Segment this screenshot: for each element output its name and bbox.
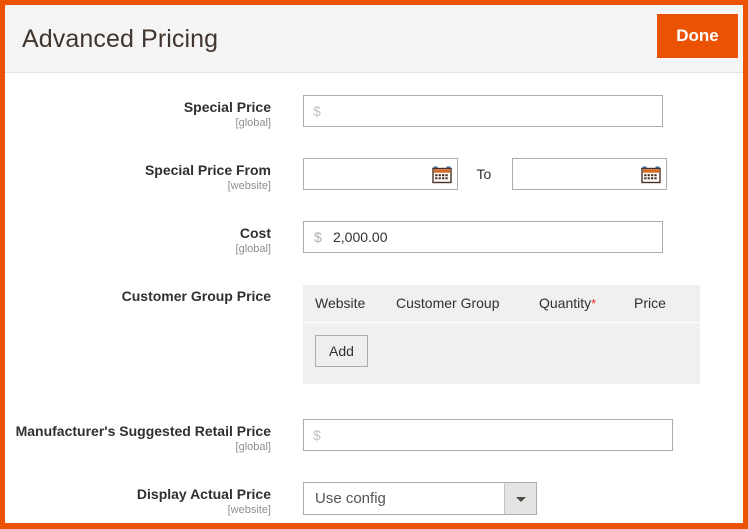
- cost-label: Cost [global]: [5, 225, 271, 257]
- special-price-control: [303, 95, 663, 127]
- special-price-input[interactable]: [303, 95, 663, 127]
- special-price-from-scope: [website]: [227, 180, 271, 192]
- msrp-control: [303, 419, 673, 451]
- customer-group-price-table: Website Customer Group Quantity* Price A…: [303, 285, 700, 384]
- special-price-from-control: To: [303, 158, 667, 190]
- calendar-icon-from[interactable]: [431, 163, 453, 185]
- display-actual-price-label-text: Display Actual Price: [136, 486, 271, 502]
- msrp-scope: [global]: [235, 441, 271, 453]
- msrp-label: Manufacturer's Suggested Retail Price [g…: [5, 423, 271, 455]
- done-button[interactable]: Done: [657, 14, 738, 58]
- column-header-quantity-text: Quantity: [539, 295, 592, 311]
- calendar-icon-to[interactable]: [640, 163, 662, 185]
- advanced-pricing-modal: Advanced Pricing Done Special Price [glo…: [0, 0, 748, 529]
- column-header-customer-group: Customer Group: [396, 285, 539, 323]
- special-price-label: Special Price [global]: [5, 99, 271, 131]
- display-actual-price-label: Display Actual Price [website]: [5, 486, 271, 518]
- table-head: Website Customer Group Quantity* Price: [303, 285, 700, 323]
- calendar-icon: [432, 166, 452, 184]
- customer-group-price-label: Customer Group Price: [5, 288, 271, 304]
- table-actions-cell: Add: [303, 323, 700, 385]
- modal-header: Advanced Pricing Done: [5, 5, 743, 73]
- column-header-price: Price: [634, 285, 700, 323]
- msrp-label-text: Manufacturer's Suggested Retail Price: [15, 423, 271, 439]
- special-price-from-label: Special Price From [website]: [5, 162, 271, 194]
- date-to-wrapper: [511, 158, 667, 190]
- add-row-button[interactable]: Add: [315, 335, 368, 367]
- cost-scope: [global]: [235, 243, 271, 255]
- table-body: Add: [303, 323, 700, 385]
- select-toggle-button[interactable]: [504, 482, 537, 515]
- date-range-to-label: To: [476, 166, 492, 182]
- special-price-label-text: Special Price: [183, 99, 271, 115]
- cost-control: $: [303, 221, 663, 253]
- date-from-wrapper: [303, 158, 458, 190]
- calendar-icon: [641, 166, 661, 184]
- required-asterisk: *: [591, 296, 597, 311]
- chevron-down-icon: [515, 496, 526, 502]
- cost-label-text: Cost: [239, 225, 271, 241]
- page-title: Advanced Pricing: [22, 25, 219, 53]
- modal-body: Special Price [global] Special Price Fro…: [5, 73, 743, 523]
- table-header-row: Website Customer Group Quantity* Price: [303, 285, 700, 323]
- display-actual-price-scope: [website]: [227, 504, 271, 516]
- cost-input[interactable]: [303, 221, 663, 253]
- display-actual-price-select[interactable]: Use config: [303, 482, 537, 515]
- special-price-scope: [global]: [235, 117, 271, 129]
- table-actions-row: Add: [303, 323, 700, 385]
- select-selected-value: Use config: [303, 482, 537, 515]
- column-header-website: Website: [303, 285, 396, 323]
- column-header-quantity: Quantity*: [539, 285, 634, 323]
- special-price-from-label-text: Special Price From: [144, 162, 271, 178]
- cost-input-wrapper: $: [303, 221, 663, 253]
- customer-group-price-label-text: Customer Group Price: [121, 288, 271, 304]
- msrp-input[interactable]: [303, 419, 673, 451]
- display-actual-price-control: Use config: [303, 482, 537, 520]
- customer-group-price-control: Website Customer Group Quantity* Price A…: [303, 285, 700, 384]
